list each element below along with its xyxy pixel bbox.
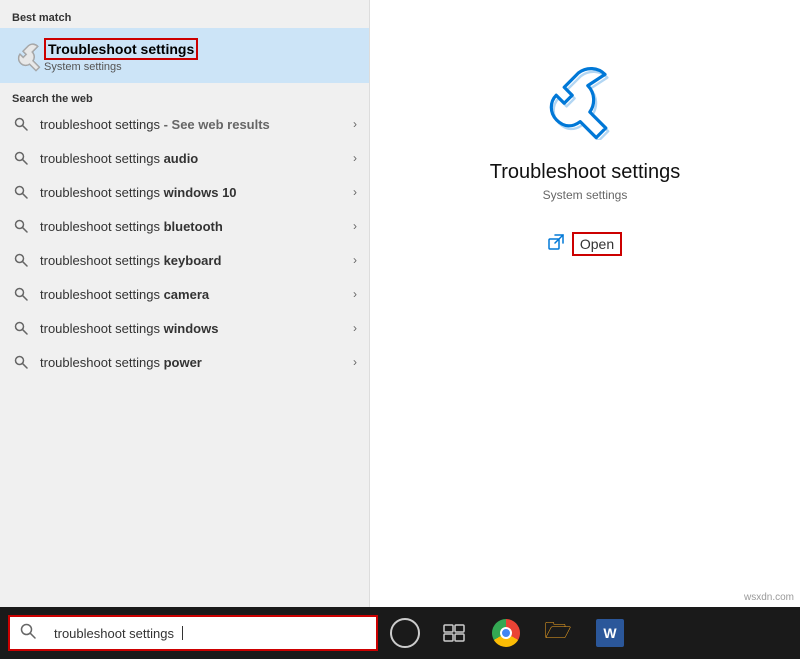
task-view-button[interactable] [436,615,472,651]
cortana-button[interactable] [390,618,420,648]
search-item-text: troubleshoot settings bluetooth [40,219,353,234]
taskbar-icons: 🗁 W [390,615,628,651]
chevron-icon: › [353,185,357,199]
folder-icon: 🗁 [544,614,571,652]
search-item-text: troubleshoot settings windows [40,321,353,336]
chevron-icon: › [353,321,357,335]
search-list: troubleshoot settings - See web results … [0,107,369,607]
cursor [182,626,183,640]
left-panel: Best match Troubleshoot settings System … [0,0,370,607]
right-subtitle: System settings [543,188,628,202]
best-match-title: Troubleshoot settings [44,38,198,60]
file-explorer-button[interactable]: 🗁 [540,615,576,651]
wrench-icon [12,40,44,72]
chevron-icon: › [353,355,357,369]
chevron-icon: › [353,151,357,165]
chevron-icon: › [353,287,357,301]
best-match-label: Best match [0,8,369,28]
best-match-subtitle: System settings [44,61,198,73]
best-match-text: Troubleshoot settings System settings [44,38,198,73]
best-match-item[interactable]: Troubleshoot settings System settings [0,28,369,83]
search-item-text: troubleshoot settings audio [40,151,353,166]
chevron-icon: › [353,219,357,233]
chrome-icon [492,619,520,647]
right-title: Troubleshoot settings [490,161,680,184]
taskbar: troubleshoot settings 🗁 W [0,607,800,659]
search-item-text: troubleshoot settings windows 10 [40,185,353,200]
list-item[interactable]: troubleshoot settings audio › [0,141,369,175]
list-item[interactable]: troubleshoot settings windows 10 › [0,175,369,209]
taskbar-search-text: troubleshoot settings [54,626,174,641]
taskbar-search-icon [20,623,36,644]
search-item-text: troubleshoot settings keyboard [40,253,353,268]
list-item[interactable]: troubleshoot settings power › [0,345,369,379]
chevron-icon: › [353,253,357,267]
search-icon [12,149,30,167]
list-item[interactable]: troubleshoot settings - See web results … [0,107,369,141]
list-item[interactable]: troubleshoot settings camera › [0,277,369,311]
search-icon [12,251,30,269]
see-web-text: - See web results [164,117,270,132]
best-match-section: Best match Troubleshoot settings System … [0,0,369,87]
taskbar-search-area[interactable]: troubleshoot settings [8,615,378,651]
chevron-icon: › [353,117,357,131]
search-icon [12,217,30,235]
chrome-inner [500,627,512,639]
search-icon [12,353,30,371]
chrome-button[interactable] [488,615,524,651]
search-icon [12,115,30,133]
list-item[interactable]: troubleshoot settings keyboard › [0,243,369,277]
search-item-text: troubleshoot settings - See web results [40,117,353,132]
open-btn-wrap: Open [548,232,622,256]
wrench-large-icon [545,60,625,140]
list-item[interactable]: troubleshoot settings bluetooth › [0,209,369,243]
open-external-icon [548,234,564,255]
word-icon: W [596,619,624,647]
search-icon [12,285,30,303]
app-icon-wrap [545,60,625,145]
search-item-text: troubleshoot settings camera [40,287,353,302]
word-button[interactable]: W [592,615,628,651]
open-button[interactable]: Open [572,232,622,256]
watermark: wsxdn.com [744,592,794,603]
search-item-text: troubleshoot settings power [40,355,353,370]
right-panel: Troubleshoot settings System settings Op… [370,0,800,607]
search-web-label: Search the web [0,87,369,107]
search-icon [12,183,30,201]
list-item[interactable]: troubleshoot settings windows › [0,311,369,345]
search-icon [12,319,30,337]
